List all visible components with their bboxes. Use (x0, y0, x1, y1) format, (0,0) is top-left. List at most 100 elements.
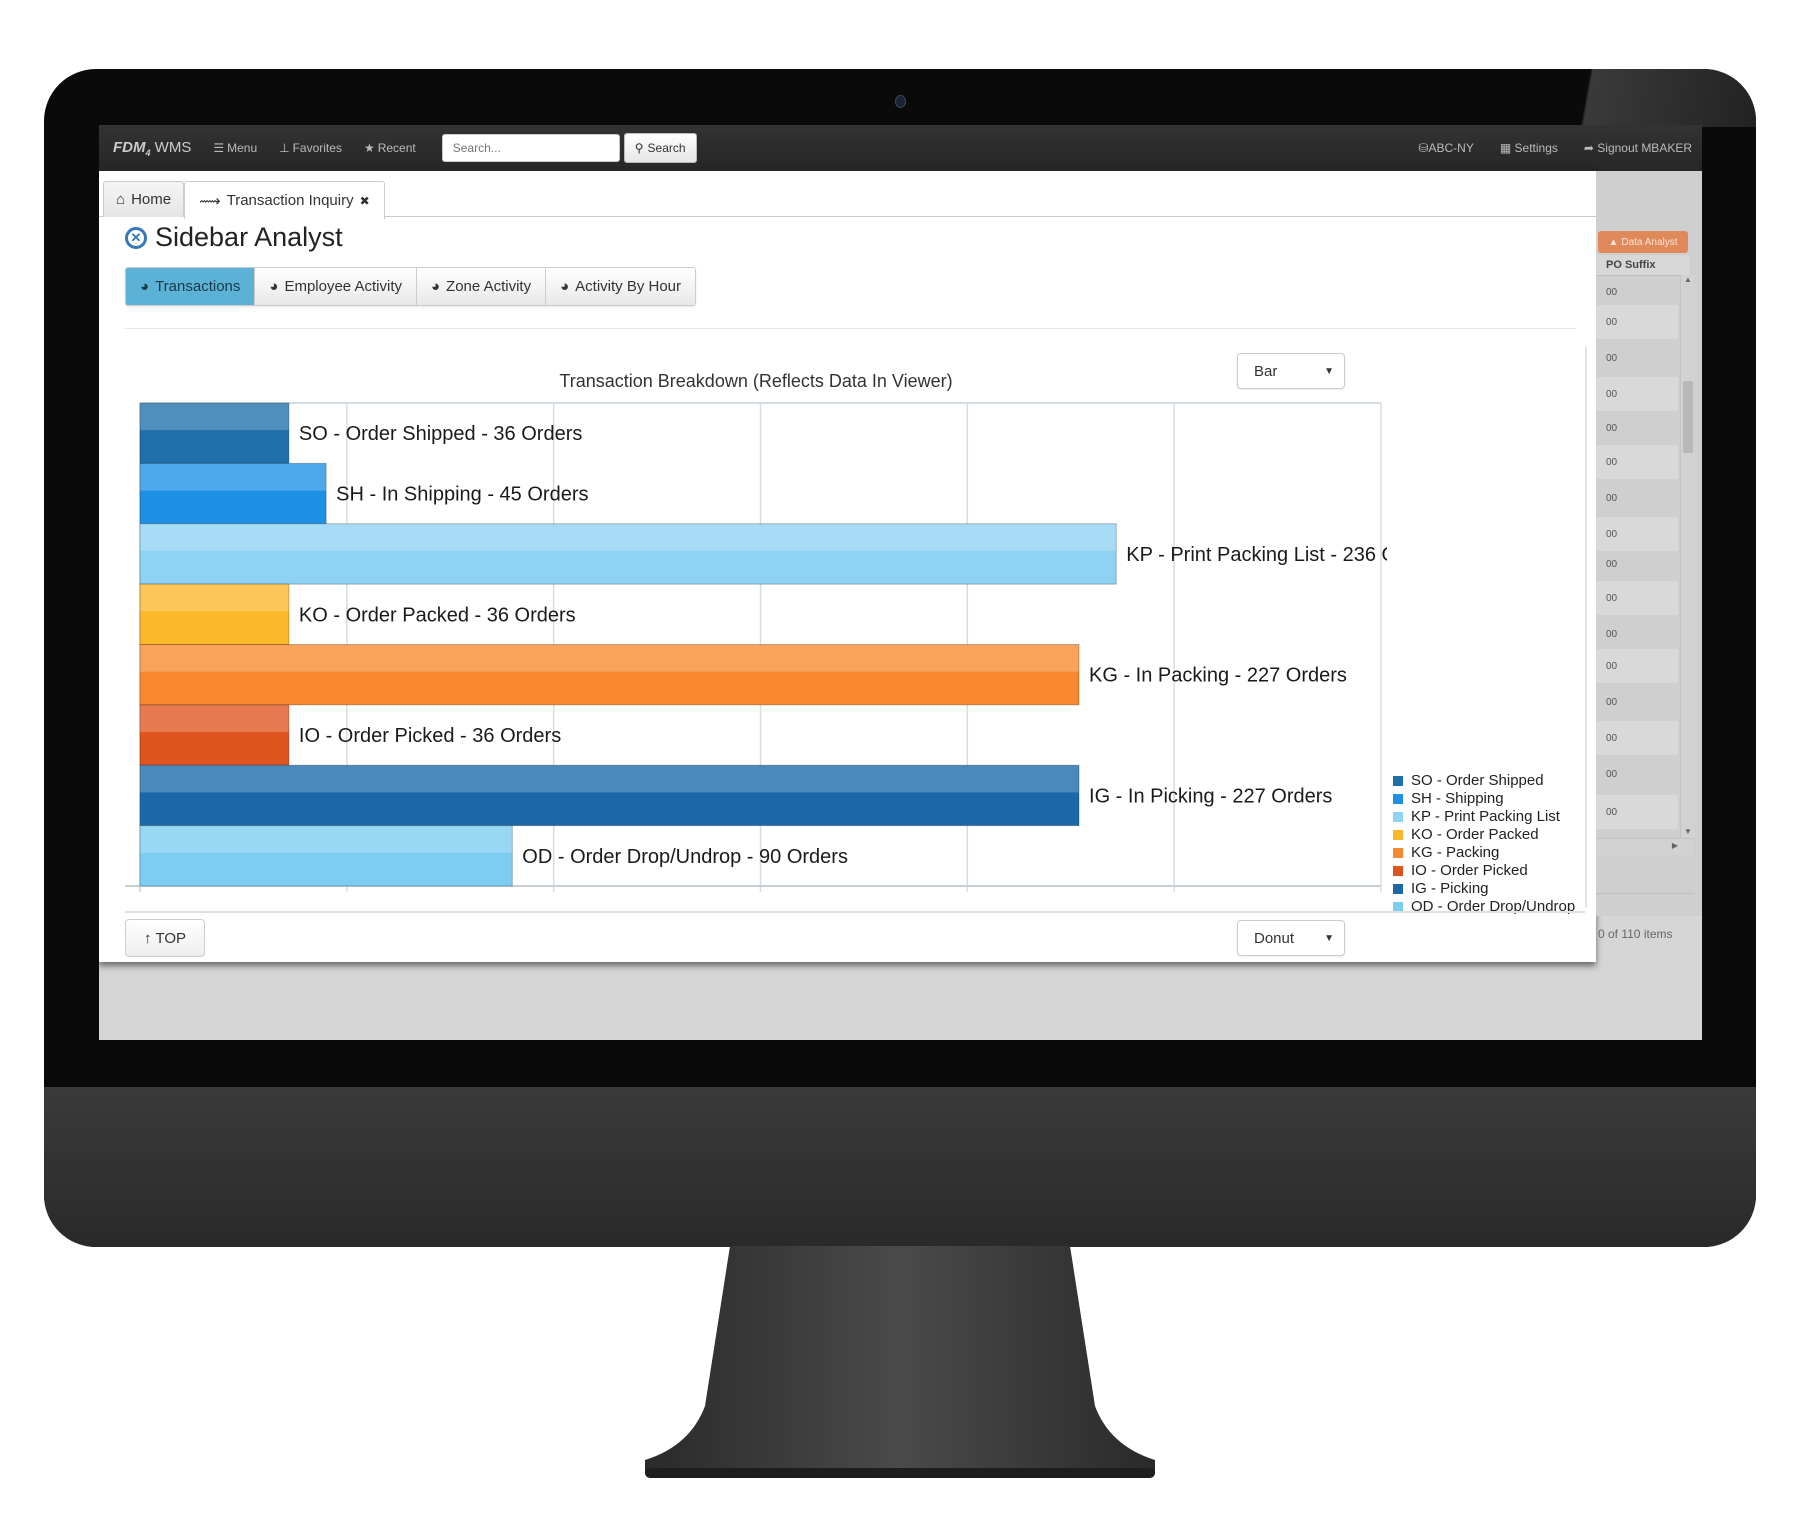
caret-down-icon: ▼ (1324, 932, 1334, 944)
bar-highlight (140, 584, 289, 612)
bar-data-label: SO - Order Shipped - 36 Orders (299, 423, 582, 445)
segment-activity-by-hour[interactable]: ◕ Activity By Hour (545, 268, 696, 305)
signout-link[interactable]: ➦ Signout MBAKER (1584, 141, 1692, 155)
legend-label: IG - Picking (1411, 880, 1489, 897)
column-header-po-suffix[interactable]: PO Suffix (1596, 255, 1690, 276)
favorites-link[interactable]: ⊥ Favorites (279, 141, 342, 155)
grid-row[interactable]: 00 (1596, 649, 1678, 683)
menu-link[interactable]: ☰ Menu (213, 141, 257, 155)
grid-row[interactable]: 00 (1596, 757, 1678, 791)
grid-row[interactable]: 00 (1596, 275, 1678, 309)
scroll-right-icon[interactable]: ▶ (1672, 841, 1678, 850)
legend-label: SH - Shipping (1411, 790, 1504, 807)
legend-swatch (1393, 830, 1403, 840)
settings-link[interactable]: ▦ Settings (1500, 141, 1558, 155)
scroll-up-icon[interactable]: ▲ (1684, 275, 1692, 284)
vertical-scrollbar[interactable]: ▲ ▼ (1680, 275, 1695, 838)
tab-strip: ⌂ Home ⟿ Transaction Inquiry ✖ (103, 181, 385, 219)
legend-item[interactable]: OD - Order Drop/Undrop (1393, 898, 1575, 916)
grid-row[interactable]: 00 (1596, 481, 1678, 515)
bezel-reflection (1496, 69, 1756, 127)
legend-item[interactable]: KG - Packing (1393, 844, 1575, 862)
legend-swatch (1393, 776, 1403, 786)
legend-swatch (1393, 812, 1403, 822)
side-data-grid: ▲ Data Analyst PO Suffix 00 00 00 00 00 00 00 00… (1596, 171, 1702, 941)
legend-item[interactable]: SO - Order Shipped (1393, 772, 1575, 790)
monitor-stand (645, 1246, 1155, 1478)
chart-legend: SO - Order Shipped SH - Shipping KP - Prin… (1393, 772, 1575, 916)
legend-item[interactable]: KO - Order Packed (1393, 826, 1575, 844)
segment-transactions[interactable]: ◕ Transactions (126, 268, 255, 305)
bar-highlight (140, 704, 289, 733)
legend-swatch (1393, 866, 1403, 876)
legend-swatch (1393, 884, 1403, 894)
recent-link[interactable]: ★ Recent (364, 141, 416, 155)
grid-row[interactable]: 00 (1596, 341, 1678, 375)
grid-row[interactable]: 00 (1596, 305, 1678, 339)
bar-highlight (140, 825, 513, 853)
legend-item[interactable]: IO - Order Picked (1393, 862, 1575, 880)
arrow-up-icon: ↑ (143, 929, 152, 947)
search-icon: ⚲ (634, 141, 644, 155)
grid-row[interactable]: 00 (1596, 445, 1678, 479)
legend-label: OD - Order Drop/Undrop (1411, 898, 1576, 915)
main-workarea: ⌂ Home ⟿ Transaction Inquiry ✖ ✕ Sidebar An… (99, 171, 1596, 962)
bar-highlight (140, 523, 1117, 551)
secondary-chart-select[interactable]: Donut ▼ (1237, 920, 1345, 956)
grid-row[interactable]: 00 (1596, 581, 1678, 615)
search-input[interactable] (441, 134, 620, 162)
bar-highlight (140, 765, 1080, 793)
pie-chart-icon: ◕ (560, 278, 570, 295)
app-brand[interactable]: FDM4 WMS (113, 139, 191, 158)
data-analyst-button[interactable]: ▲ Data Analyst (1598, 231, 1688, 253)
scroll-down-icon[interactable]: ▼ (1684, 827, 1692, 836)
signout-icon: ➦ (1583, 141, 1594, 155)
close-circle-icon[interactable]: ✕ (125, 226, 147, 249)
scrollbar-thumb[interactable] (1683, 381, 1693, 453)
legend-item[interactable]: KP - Print Packing List (1393, 808, 1575, 826)
back-to-top-button[interactable]: ↑ TOP (125, 919, 205, 957)
tab-transaction-inquiry[interactable]: ⟿ Transaction Inquiry ✖ (184, 181, 385, 219)
bar-data-label: IG - In Picking - 227 Orders (1089, 785, 1332, 807)
grid-row[interactable]: 00 (1596, 411, 1678, 445)
bar-data-label: KP - Print Packing List - 236 Orders (1126, 544, 1387, 566)
grid-row[interactable]: 00 (1596, 721, 1678, 755)
warehouse-selector[interactable]: ⛁ABC-NY (1418, 141, 1473, 155)
legend-label: SO - Order Shipped (1411, 772, 1544, 789)
grid-row[interactable]: 00 (1596, 517, 1678, 551)
grid-row[interactable]: 00 (1596, 547, 1678, 581)
grid-row[interactable]: 00 (1596, 617, 1678, 651)
pie-chart-icon: ◕ (140, 278, 150, 295)
app-screen: FDM4 WMS ☰Menu ⊥Favorites ★Recent ⚲Searc… (99, 125, 1702, 1040)
legend-label: KG - Packing (1411, 844, 1500, 861)
search-button[interactable]: ⚲ Search (623, 133, 697, 163)
webcam (895, 95, 906, 108)
bar-highlight (140, 403, 289, 431)
database-icon: ⛁ (1418, 141, 1429, 155)
close-icon[interactable]: ✖ (360, 194, 370, 208)
legend-label: IO - Order Picked (1411, 862, 1528, 879)
legend-swatch (1393, 848, 1403, 858)
grid-row[interactable]: 00 (1596, 685, 1678, 719)
legend-label: KP - Print Packing List (1411, 808, 1560, 825)
tab-home[interactable]: ⌂ Home (103, 181, 185, 217)
bar-data-label: KG - In Packing - 227 Orders (1089, 665, 1347, 687)
pager-item-count: 0 of 110 items (1598, 927, 1673, 941)
grid-row[interactable]: 00 (1596, 795, 1678, 829)
grid-row[interactable]: 00 (1596, 377, 1678, 411)
bar-data-label: IO - Order Picked - 36 Orders (299, 725, 561, 747)
segment-zone-activity[interactable]: ◕ Zone Activity (415, 268, 546, 305)
bar-highlight (140, 463, 327, 491)
star-icon: ★ (363, 141, 375, 155)
chart-panel: Transaction Breakdown (Reflects Data In … (125, 347, 1587, 915)
pin-icon: ⊥ (279, 141, 290, 155)
legend-item[interactable]: IG - Picking (1393, 880, 1575, 898)
legend-label: KO - Order Packed (1411, 826, 1539, 843)
pin-icon: ⟿ (199, 192, 221, 210)
chart-footer-divider (125, 911, 1585, 913)
segment-employee-activity[interactable]: ◕ Employee Activity (254, 268, 416, 305)
view-segmented-control: ◕ Transactions ◕ Employee Activity ◕ Zone A… (125, 267, 697, 306)
horizontal-scrollbar[interactable]: ▶ (1596, 838, 1694, 855)
legend-item[interactable]: SH - Shipping (1393, 790, 1575, 808)
top-navbar: FDM4 WMS ☰Menu ⊥Favorites ★Recent ⚲Searc… (99, 125, 1702, 171)
